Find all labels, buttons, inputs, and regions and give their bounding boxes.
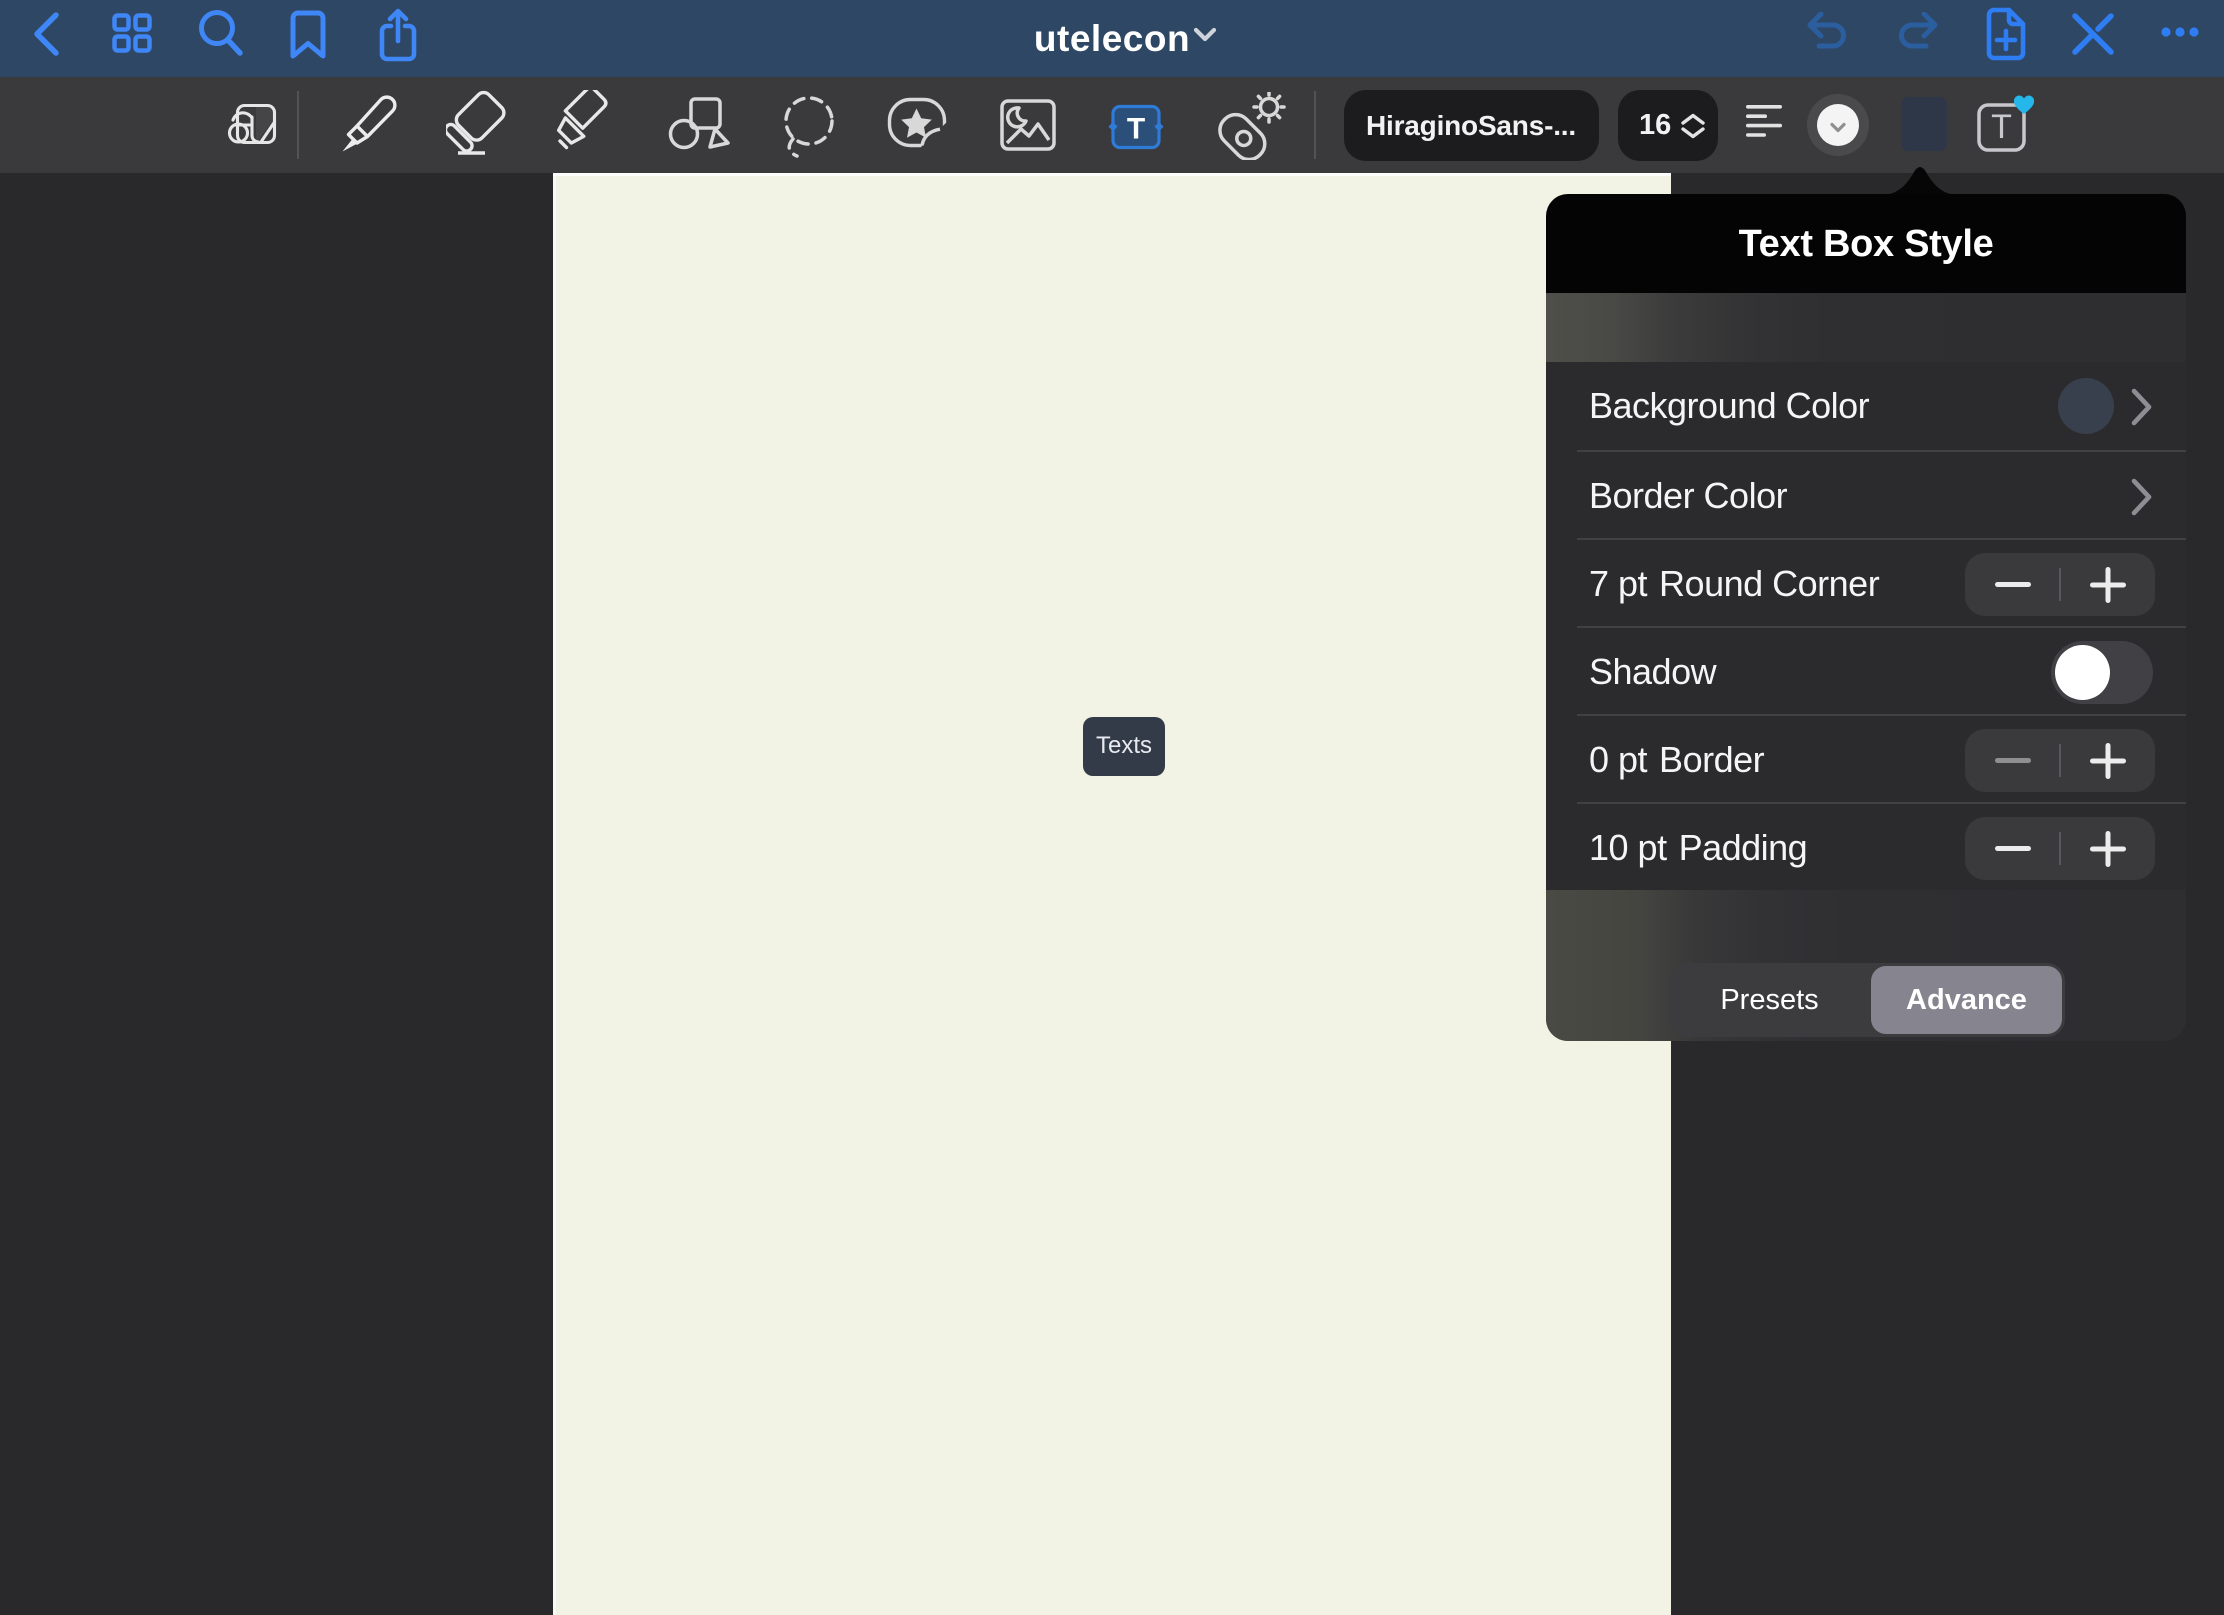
svg-text:T: T [1127,113,1145,146]
svg-text:T: T [1991,108,2012,146]
